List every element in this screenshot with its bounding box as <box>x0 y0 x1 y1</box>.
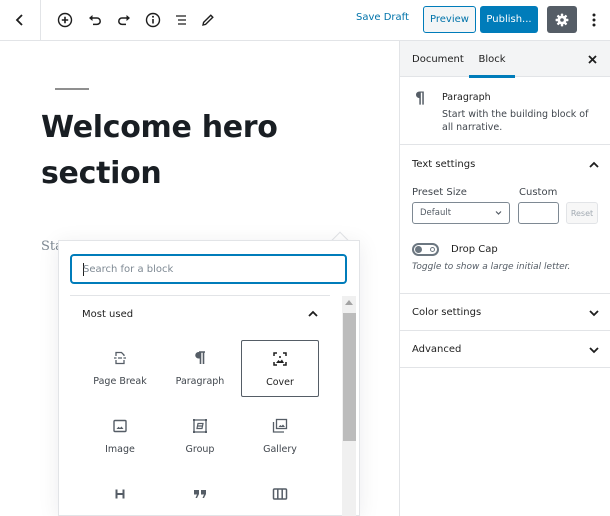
block-card-description: Start with the building block of all nar… <box>442 109 589 133</box>
inserter-scrollbar[interactable] <box>342 296 356 516</box>
reset-button[interactable]: Reset <box>566 202 598 224</box>
quote-icon <box>191 485 209 503</box>
chevron-down-icon <box>589 309 599 316</box>
group-icon <box>191 417 209 435</box>
search-placeholder: Search for a block <box>83 263 174 275</box>
chevron-up-icon <box>589 161 599 168</box>
page-break-icon <box>111 349 129 367</box>
close-sidebar-button[interactable] <box>584 51 600 67</box>
block-navigation-button[interactable] <box>169 8 193 32</box>
save-draft-button[interactable]: Save Draft <box>356 12 409 23</box>
cover-icon <box>271 350 289 368</box>
gallery-icon <box>271 417 289 435</box>
close-icon <box>587 54 597 64</box>
block-navigation-icon <box>176 15 186 25</box>
columns-icon <box>271 485 289 503</box>
block-item-label: Cover <box>266 377 294 388</box>
block-item-paragraph[interactable]: Paragraph <box>161 340 239 397</box>
preset-size-value: Default <box>420 208 452 218</box>
paragraph-icon: ¶ <box>415 88 426 107</box>
tab-block[interactable]: Block <box>469 41 515 78</box>
block-item-label: Paragraph <box>175 376 225 387</box>
more-vertical-icon <box>592 13 596 27</box>
redo-button[interactable] <box>112 8 136 32</box>
text-settings-chevron[interactable] <box>586 156 602 172</box>
block-item-cover[interactable]: Cover <box>241 340 319 397</box>
back-button[interactable] <box>0 0 41 40</box>
publish-button[interactable]: Publish... <box>480 6 538 33</box>
block-inserter-popover: Search for a block Most used Page Break … <box>58 240 360 516</box>
advanced-title[interactable]: Advanced <box>412 344 461 355</box>
chevron-down-icon <box>589 346 599 353</box>
undo-button[interactable] <box>83 8 107 32</box>
tools-button[interactable] <box>196 8 220 32</box>
info-button[interactable] <box>141 8 165 32</box>
add-block-icon <box>57 12 73 28</box>
drop-cap-toggle[interactable] <box>412 243 439 256</box>
drop-cap-label[interactable]: Drop Cap <box>451 244 498 255</box>
chevron-down-icon <box>495 211 502 215</box>
panel-toggle-button[interactable] <box>305 305 321 321</box>
custom-size-label: Custom <box>519 187 558 198</box>
preset-size-label: Preset Size <box>412 187 467 198</box>
separator-block[interactable] <box>55 88 89 90</box>
toggle-knob <box>415 246 422 253</box>
chevron-left-icon <box>15 14 23 26</box>
block-item-label: Group <box>185 444 215 455</box>
color-settings-panel[interactable]: Color settings <box>400 294 610 331</box>
block-card-title: Paragraph <box>442 92 491 103</box>
block-item-columns[interactable] <box>241 476 319 516</box>
more-options-button[interactable] <box>584 8 604 32</box>
drop-cap-help: Toggle to show a large initial letter. <box>412 262 571 272</box>
tab-document[interactable]: Document <box>412 41 464 77</box>
block-item-gallery[interactable]: Gallery <box>241 408 319 465</box>
info-icon <box>145 12 161 28</box>
preset-size-select[interactable]: Default <box>412 202 510 224</box>
color-settings-title[interactable]: Color settings <box>412 307 481 318</box>
most-used-panel-title[interactable]: Most used <box>82 309 133 320</box>
block-item-label: Page Break <box>93 376 147 387</box>
block-item-page-break[interactable]: Page Break <box>81 340 159 397</box>
settings-sidebar: Document Block ¶ Paragraph Start with th… <box>399 41 610 516</box>
text-settings-toggle[interactable]: Text settings <box>412 159 475 170</box>
post-title[interactable]: Welcome hero section <box>41 105 381 197</box>
block-item-group[interactable]: Group <box>161 408 239 465</box>
paragraph-icon <box>191 349 209 367</box>
chevron-up-icon <box>308 310 318 317</box>
settings-button[interactable] <box>547 6 577 33</box>
divider <box>70 295 330 296</box>
scrollbar-thumb[interactable] <box>343 313 356 441</box>
redo-icon <box>118 15 130 26</box>
sidebar-tabs: Document Block <box>400 41 610 78</box>
block-card: ¶ Paragraph Start with the building bloc… <box>400 78 610 145</box>
gear-icon <box>555 13 569 26</box>
block-item-quote[interactable] <box>161 476 239 516</box>
add-block-button[interactable] <box>53 8 77 32</box>
scroll-up-arrow-icon[interactable] <box>345 300 353 305</box>
pencil-icon <box>202 14 214 26</box>
editor-toolbar: Save Draft Preview Publish... <box>0 0 610 41</box>
block-item-label: Image <box>105 444 135 455</box>
block-item-label: Gallery <box>263 444 297 455</box>
undo-icon <box>89 15 101 26</box>
color-settings-chevron[interactable] <box>586 305 602 321</box>
preview-button[interactable]: Preview <box>423 6 476 33</box>
block-item-image[interactable]: Image <box>81 408 159 465</box>
block-item-heading[interactable] <box>81 476 159 516</box>
advanced-panel[interactable]: Advanced <box>400 331 610 368</box>
advanced-chevron[interactable] <box>586 342 602 358</box>
heading-icon <box>111 485 129 503</box>
image-icon <box>111 417 129 435</box>
custom-size-input[interactable] <box>518 202 559 224</box>
block-search-input[interactable]: Search for a block <box>70 254 347 284</box>
toggle-off-indicator <box>430 247 435 252</box>
